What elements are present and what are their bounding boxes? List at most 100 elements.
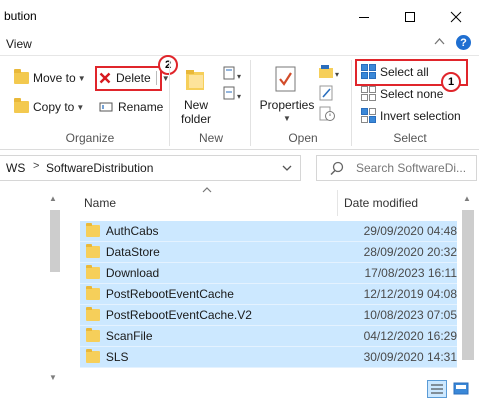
file-row[interactable]: PostRebootEventCache.V2 10/08/2023 07:05 — [80, 305, 457, 326]
select-all-button[interactable]: Select all — [361, 64, 429, 79]
copy-to-button[interactable]: Copy to ▼ — [14, 98, 85, 114]
file-row[interactable]: AuthCabs 29/09/2020 04:48 — [80, 221, 457, 242]
properties-label: Properties — [259, 98, 315, 112]
address-dropdown-button[interactable] — [276, 157, 298, 179]
invert-selection-button[interactable]: Invert selection — [361, 108, 461, 123]
select-group-label: Select — [393, 131, 427, 145]
history-icon[interactable] — [318, 106, 336, 125]
column-divider[interactable] — [337, 190, 338, 216]
rename-icon — [99, 102, 113, 112]
folder-icon — [86, 223, 100, 237]
file-list-scrollbar-thumb[interactable] — [462, 210, 474, 360]
select-none-label: Select none — [380, 86, 444, 101]
file-name: Download — [105, 266, 160, 280]
close-icon — [450, 11, 462, 22]
select-all-icon — [361, 64, 376, 79]
organize-group-label: Organize — [65, 131, 115, 145]
file-name: DataStore — [105, 245, 160, 259]
search-icon — [330, 161, 344, 178]
file-row[interactable]: DataStore 28/09/2020 20:32 — [80, 242, 457, 263]
dropdown-arrow-icon: ▼ — [76, 102, 85, 112]
annotation-badge-2: 2 — [158, 55, 178, 75]
close-button[interactable] — [433, 0, 479, 33]
column-header-date-modified[interactable]: Date modified — [344, 196, 418, 210]
easy-access-icon[interactable]: ▾ — [222, 86, 244, 105]
breadcrumb-prefix[interactable]: WS — [6, 161, 25, 175]
edit-icon[interactable] — [318, 85, 336, 104]
new-group-label: New — [198, 131, 223, 145]
file-row[interactable]: Download 17/08/2023 16:11 — [80, 263, 457, 284]
nav-pane-scroll-up-icon[interactable]: ▲ — [49, 194, 57, 203]
folder-icon — [86, 307, 100, 321]
folder-icon — [86, 265, 100, 279]
svg-text:▾: ▾ — [237, 92, 241, 101]
minimize-icon — [359, 16, 369, 18]
invert-selection-label: Invert selection — [380, 108, 461, 123]
new-folder-icon[interactable] — [184, 66, 206, 92]
file-date-modified: 30/09/2020 14:31 — [363, 350, 457, 364]
tab-view[interactable]: View — [6, 37, 32, 51]
file-row[interactable]: SLS 30/09/2020 14:31 — [80, 347, 457, 368]
column-header-name[interactable]: Name — [84, 196, 116, 210]
delete-button[interactable]: Delete ▼ — [99, 71, 170, 85]
invert-selection-icon — [361, 108, 376, 123]
search-input[interactable]: Search SoftwareDi... — [356, 161, 466, 175]
collapse-ribbon-chevron-icon[interactable] — [434, 36, 445, 50]
copy-to-icon — [14, 98, 29, 113]
move-to-icon — [14, 69, 29, 84]
large-icons-view-button[interactable] — [452, 380, 470, 398]
nav-pane-scroll-down-icon[interactable]: ▼ — [49, 373, 57, 382]
group-divider — [250, 60, 251, 146]
open-group-label: Open — [288, 131, 318, 145]
file-date-modified: 28/09/2020 20:32 — [363, 245, 457, 259]
move-to-button[interactable]: Move to ▼ — [14, 69, 86, 85]
new-folder-label-line1: New — [183, 98, 208, 112]
file-row[interactable]: PostRebootEventCache 12/12/2019 04:08 — [80, 284, 457, 305]
details-view-button[interactable] — [427, 380, 447, 398]
maximize-icon — [405, 11, 415, 22]
minimize-button[interactable] — [341, 0, 387, 33]
select-none-icon — [361, 86, 376, 101]
window-title: bution — [4, 9, 37, 23]
open-icon[interactable]: ▾ — [318, 64, 342, 83]
move-to-label: Move to — [33, 71, 76, 85]
group-divider — [351, 60, 352, 146]
sort-ascending-icon — [202, 186, 212, 197]
file-date-modified: 12/12/2019 04:08 — [363, 287, 457, 301]
group-divider — [169, 60, 170, 146]
file-date-modified: 04/12/2020 16:29 — [363, 329, 457, 343]
details-view-icon — [431, 384, 443, 394]
properties-icon[interactable] — [274, 65, 298, 96]
file-name: ScanFile — [105, 329, 153, 343]
folder-icon — [86, 244, 100, 258]
maximize-button[interactable] — [387, 0, 433, 33]
rename-button[interactable]: Rename — [99, 100, 163, 114]
rename-label: Rename — [118, 100, 164, 114]
file-list-scroll-up-icon[interactable]: ▲ — [463, 194, 471, 203]
breadcrumb-separator-icon[interactable]: > — [33, 160, 39, 172]
help-icon[interactable]: ? — [456, 35, 471, 50]
delete-x-icon — [99, 72, 111, 84]
nav-pane-scrollbar-thumb[interactable] — [50, 210, 60, 272]
delete-label: Delete — [116, 71, 151, 85]
properties-button[interactable]: Properties ▼ — [259, 98, 315, 123]
folder-icon — [86, 349, 100, 363]
new-folder-button[interactable]: New folder — [181, 98, 211, 126]
folder-icon — [86, 328, 100, 342]
file-name: SLS — [105, 350, 129, 364]
file-name: PostRebootEventCache.V2 — [105, 308, 252, 322]
new-item-icon[interactable]: ▾ — [222, 66, 244, 85]
large-icons-view-icon — [453, 382, 469, 395]
annotation-badge-1: 1 — [441, 72, 461, 92]
select-none-button[interactable]: Select none — [361, 86, 443, 101]
select-all-label: Select all — [380, 64, 429, 79]
file-name: AuthCabs — [105, 224, 159, 238]
file-date-modified: 29/09/2020 04:48 — [363, 224, 457, 238]
breadcrumb-current[interactable]: SoftwareDistribution — [46, 161, 153, 175]
chevron-down-icon — [282, 165, 292, 171]
ribbon-tab-row — [0, 33, 479, 55]
file-date-modified: 17/08/2023 16:11 — [364, 266, 457, 280]
new-folder-label-line2: folder — [181, 112, 212, 126]
svg-text:▾: ▾ — [237, 72, 241, 81]
file-row[interactable]: ScanFile 04/12/2020 16:29 — [80, 326, 457, 347]
